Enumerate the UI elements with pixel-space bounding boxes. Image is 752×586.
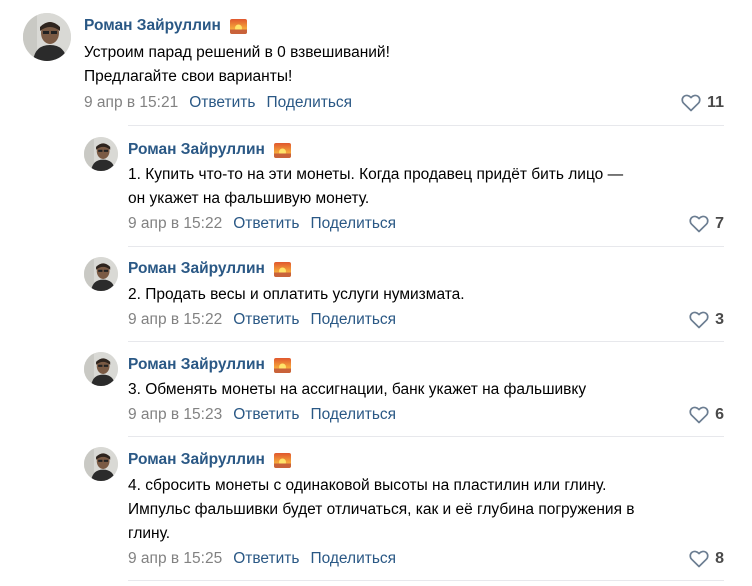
sunset-emoji-icon [273,142,291,158]
reply-button[interactable]: Ответить [233,550,299,568]
author-name[interactable]: Роман Зайруллин [128,260,265,278]
divider [128,580,724,581]
author-name[interactable]: Роман Зайруллин [128,356,265,374]
share-button[interactable]: Поделиться [310,550,396,568]
divider [128,436,724,437]
comment-date[interactable]: 9 апр в 15:22 [128,215,222,233]
like-count: 11 [707,94,724,111]
like-count: 8 [715,550,724,567]
share-button[interactable]: Поделиться [310,311,396,329]
heart-icon [689,311,709,329]
like-count: 7 [715,215,724,232]
heart-icon [689,215,709,233]
reply-button[interactable]: Ответить [233,215,299,233]
comment-text: Устроим парад решений в 0 взвешиваний! П… [84,44,390,85]
avatar[interactable] [23,13,71,61]
like-button[interactable]: 3 [689,309,724,331]
sunset-emoji-icon [273,452,291,468]
avatar[interactable] [84,352,118,386]
sunset-emoji-icon [229,18,247,34]
like-count: 3 [715,311,724,328]
comment-text: 2. Продать весы и оплатить услуги нумизм… [128,286,465,303]
reply-button[interactable]: Ответить [233,406,299,424]
comment-text: 4. сбросить монеты с одинаковой высоты н… [128,477,635,542]
share-button[interactable]: Поделиться [310,406,396,424]
sunset-emoji-icon [273,261,291,277]
avatar[interactable] [84,257,118,291]
reply-button[interactable]: Ответить [189,94,255,112]
divider [128,246,724,247]
like-button[interactable]: 8 [689,548,724,570]
reply-button[interactable]: Ответить [233,311,299,329]
divider [128,341,724,342]
like-button[interactable]: 11 [681,92,724,114]
comment-text: 1. Купить что-то на эти монеты. Когда пр… [128,166,624,207]
comment-text: 3. Обменять монеты на ассигнации, банк у… [128,381,587,398]
author-name[interactable]: Роман Зайруллин [128,141,265,159]
comment-date[interactable]: 9 апр в 15:22 [128,311,222,329]
like-count: 6 [715,406,724,423]
comment-date[interactable]: 9 апр в 15:25 [128,550,222,568]
share-button[interactable]: Поделиться [266,94,352,112]
author-name[interactable]: Роман Зайруллин [128,451,265,469]
like-button[interactable]: 7 [689,213,724,235]
divider [128,125,724,126]
sunset-emoji-icon [273,357,291,373]
author-name[interactable]: Роман Зайруллин [84,17,221,35]
avatar[interactable] [84,137,118,171]
avatar[interactable] [84,447,118,481]
share-button[interactable]: Поделиться [310,215,396,233]
comment-date[interactable]: 9 апр в 15:23 [128,406,222,424]
like-button[interactable]: 6 [689,404,724,426]
comment-date[interactable]: 9 апр в 15:21 [84,94,178,112]
heart-icon [689,406,709,424]
heart-icon [681,94,701,112]
heart-icon [689,550,709,568]
